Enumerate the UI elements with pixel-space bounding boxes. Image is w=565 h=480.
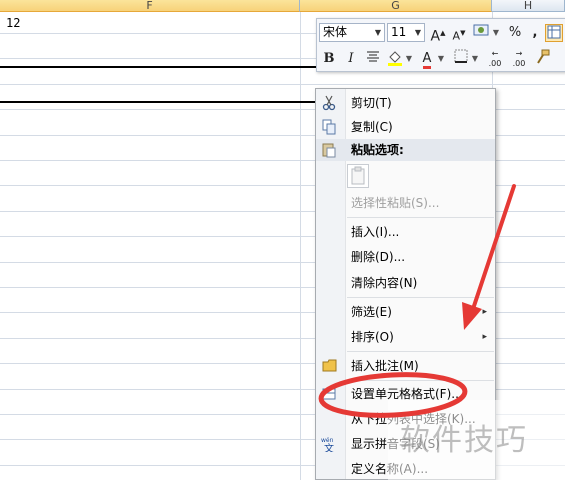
menu-item-label: 剪切(T) <box>351 96 392 110</box>
menu-item-cut[interactable]: 剪切(T) <box>316 92 495 114</box>
submenu-arrow-icon: ▸ <box>482 307 487 317</box>
font-color-icon: A <box>422 52 432 69</box>
svg-text:wén: wén <box>321 437 334 444</box>
font-name-value: 宋体 <box>323 25 348 39</box>
menu-item-clear-contents[interactable]: 清除内容(N) <box>316 272 495 294</box>
phonetic-icon: wén 文 <box>321 437 334 452</box>
font-size-combo[interactable]: 11 ▼ <box>387 23 425 42</box>
menu-item-label: 清除内容(N) <box>351 276 418 290</box>
font-name-combo[interactable]: 宋体 ▼ <box>319 23 385 42</box>
gridline-horizontal <box>0 84 565 85</box>
menu-item-label: 排序(O) <box>351 330 394 344</box>
menu-item-label: 插入(I)... <box>351 225 400 239</box>
clipboard-icon <box>351 166 365 185</box>
chevron-down-icon[interactable]: ▼ <box>375 24 381 41</box>
menu-separator <box>347 297 494 298</box>
format-cells-icon <box>322 388 336 400</box>
grow-font-icon: A <box>430 28 441 45</box>
chevron-down-icon[interactable]: ▼ <box>471 49 479 69</box>
menu-item-label: 插入批注(M) <box>351 359 419 373</box>
menu-item-delete[interactable]: 删除(D)... <box>316 246 495 268</box>
borders-button[interactable] <box>451 49 471 69</box>
menu-item-label: 选择性粘贴(S)... <box>351 196 440 210</box>
column-header-h[interactable]: H <box>492 0 565 12</box>
font-size-value: 11 <box>391 25 407 39</box>
shrink-font-icon: A <box>452 29 461 43</box>
menu-separator <box>347 217 494 218</box>
center-align-button[interactable] <box>363 49 383 69</box>
comma-style-button[interactable]: , <box>525 23 545 43</box>
accounting-format-icon <box>473 24 489 36</box>
watermark-text: 软件技巧 <box>400 423 528 458</box>
menu-item-insert-comment[interactable]: 插入批注(M) <box>316 355 495 377</box>
percent-style-button[interactable]: % <box>505 23 525 43</box>
chevron-down-icon[interactable]: ▼ <box>437 49 445 69</box>
format-cells-button[interactable] <box>545 24 563 42</box>
menu-item-label: 粘贴选项: <box>351 143 404 157</box>
svg-text:文: 文 <box>324 442 334 452</box>
grow-font-button[interactable]: A▲ <box>428 23 448 45</box>
menu-item-filter[interactable]: 筛选(E) ▸ <box>316 301 495 323</box>
menu-item-label: 筛选(E) <box>351 305 392 319</box>
format-painter-button[interactable] <box>533 49 553 69</box>
column-header-g[interactable]: G <box>300 0 492 12</box>
toolbar-row-2: B I ▼ A ▼ ▼ ← .00 → .00 <box>317 46 565 72</box>
decrease-decimal-label: .00 <box>512 59 526 68</box>
shrink-font-button[interactable]: A▼ <box>449 23 469 43</box>
menu-separator <box>347 380 494 381</box>
paint-bucket-icon <box>388 51 402 66</box>
increase-decimal-button[interactable]: ← .00 <box>485 49 505 69</box>
toolbar-row-1: 宋体 ▼ 11 ▼ A▲ A▼ ▼ % , <box>317 20 565 46</box>
increase-decimal-label: .00 <box>488 59 502 68</box>
paintbrush-icon <box>537 49 550 64</box>
percent-icon: % <box>508 25 522 40</box>
bold-button[interactable]: B <box>319 49 339 69</box>
chevron-down-icon[interactable]: ▼ <box>492 23 500 43</box>
menu-item-paste-special[interactable]: 选择性粘贴(S)... <box>316 192 495 214</box>
decrease-decimal-button[interactable]: → .00 <box>509 49 529 69</box>
menu-item-sort[interactable]: 排序(O) ▸ <box>316 326 495 348</box>
column-header-f[interactable]: F <box>0 0 300 12</box>
chevron-down-icon[interactable]: ▼ <box>415 24 421 41</box>
increase-decimal-icon: ← .00 <box>488 49 502 68</box>
paste-option-button[interactable] <box>347 164 369 188</box>
menu-item-copy[interactable]: 复制(C) <box>316 116 495 138</box>
align-center-icon <box>367 51 379 62</box>
scissors-icon <box>322 95 336 111</box>
accounting-format-button[interactable] <box>472 23 492 43</box>
comment-icon <box>322 359 337 372</box>
menu-item-label: 复制(C) <box>351 120 393 134</box>
comma-icon: , <box>532 25 538 40</box>
paste-icon <box>322 143 336 158</box>
cell-f-value[interactable]: 12 <box>6 16 20 30</box>
mini-format-toolbar: 宋体 ▼ 11 ▼ A▲ A▼ ▼ % , B I ▼ A ▼ ▼ ← .00 … <box>316 18 565 72</box>
border-icon <box>454 49 468 63</box>
chevron-down-icon[interactable]: ▼ <box>405 49 413 69</box>
table-icon <box>547 25 561 39</box>
font-color-button[interactable]: A <box>417 49 437 69</box>
italic-button[interactable]: I <box>341 49 361 69</box>
menu-item-label: 删除(D)... <box>351 250 406 264</box>
fill-color-button[interactable] <box>385 49 405 69</box>
submenu-arrow-icon: ▸ <box>482 332 487 342</box>
menu-section-paste-options: 粘贴选项: <box>316 139 495 161</box>
copy-icon <box>322 119 336 135</box>
decrease-decimal-icon: → .00 <box>512 49 526 68</box>
menu-separator <box>347 351 494 352</box>
menu-item-insert[interactable]: 插入(I)... <box>316 221 495 243</box>
gridline-vertical <box>300 12 301 480</box>
